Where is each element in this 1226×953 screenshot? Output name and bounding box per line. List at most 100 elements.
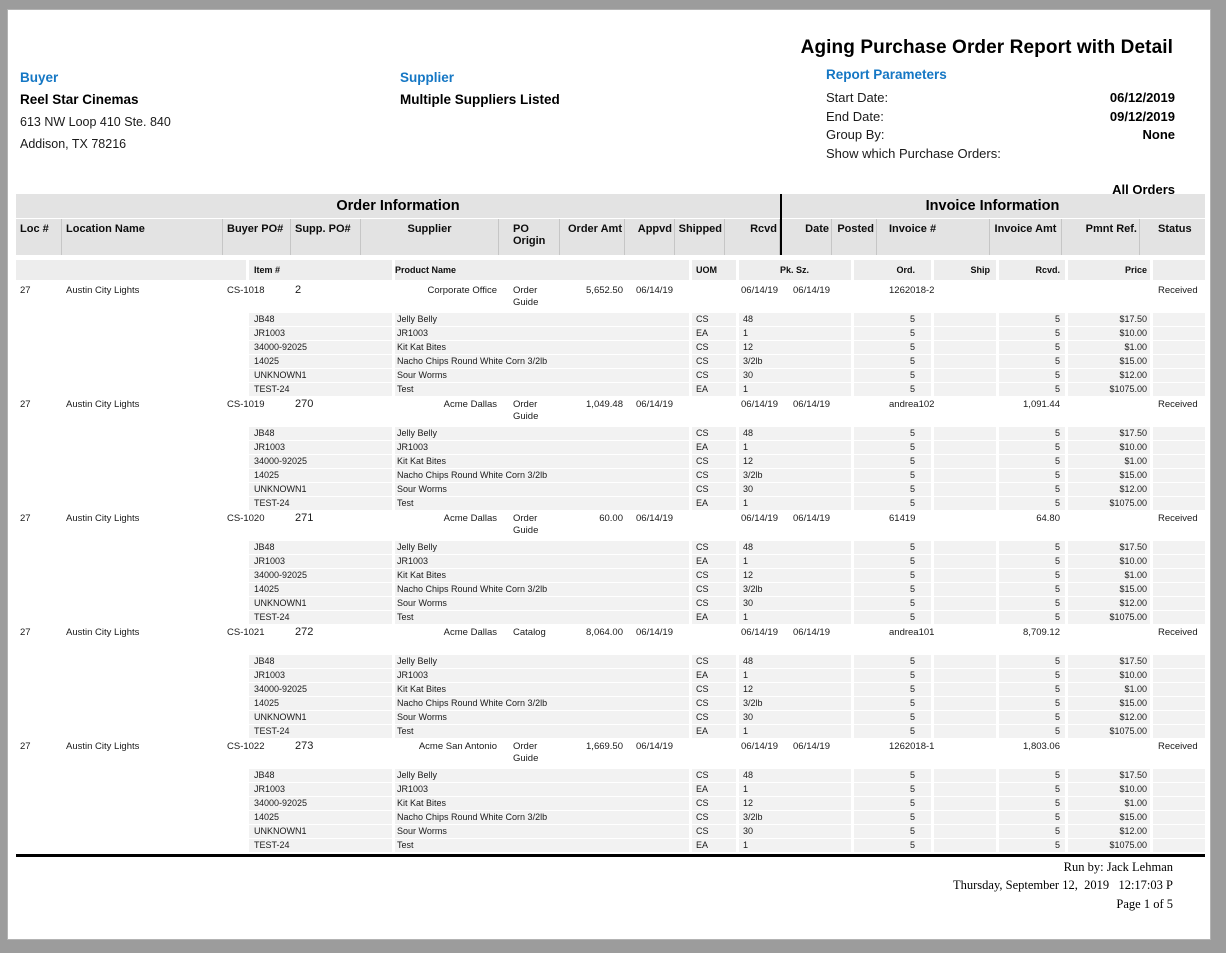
- column-header-shipped: Shipped: [675, 219, 725, 255]
- item-rcvd: 5: [999, 441, 1065, 454]
- item-pk-sz: 1: [739, 839, 851, 852]
- po-loc: 27: [16, 283, 62, 309]
- item-ord: 5: [854, 797, 931, 810]
- item-item: 34000-92025: [249, 569, 392, 582]
- item-uom: CS: [692, 483, 736, 496]
- item-product: Test: [395, 383, 689, 396]
- item-ship: [934, 611, 996, 624]
- po-appvd: 06/14/19: [625, 511, 675, 537]
- item-rcvd: 5: [999, 783, 1065, 796]
- po-invoice-amt: 8,709.12: [990, 625, 1062, 651]
- item-product: Test: [395, 839, 689, 852]
- po-supplier: Acme San Antonio: [361, 739, 499, 765]
- item-price: $1075.00: [1068, 611, 1150, 624]
- item-rcvd: 5: [999, 725, 1065, 738]
- po-invoice-amt: [990, 283, 1062, 309]
- item-ord: 5: [854, 483, 931, 496]
- item-price: $10.00: [1068, 327, 1150, 340]
- item-ship: [934, 441, 996, 454]
- item-item: TEST-24: [249, 725, 392, 738]
- item-rcvd: 5: [999, 769, 1065, 782]
- po-supp-po: 273: [291, 739, 361, 765]
- po-order-amt: 1,049.48: [560, 397, 625, 423]
- item-price: $10.00: [1068, 555, 1150, 568]
- report-page: Aging Purchase Order Report with Detail …: [7, 9, 1211, 940]
- item-uom: CS: [692, 313, 736, 326]
- item-rcvd: 5: [999, 583, 1065, 596]
- po-rcvd: 06/14/19: [725, 625, 780, 651]
- page-title: Aging Purchase Order Report with Detail: [801, 37, 1173, 59]
- po-block: 27Austin City LightsCS-1022273Acme San A…: [16, 739, 1205, 852]
- buyer-address-line2: Addison, TX 78216: [20, 133, 171, 155]
- item-rcvd: 5: [999, 327, 1065, 340]
- po-order-amt: 8,064.00: [560, 625, 625, 651]
- column-header-appvd: Appvd: [625, 219, 675, 255]
- item-price: $12.00: [1068, 483, 1150, 496]
- item-pk-sz: 3/2lb: [739, 811, 851, 824]
- item-ord: 5: [854, 455, 931, 468]
- param-label: Show which Purchase Orders:: [826, 145, 1001, 164]
- item-spacer: [1153, 711, 1205, 724]
- item-row: 14025Nacho Chips Round White Corn 3/2lbC…: [16, 355, 1205, 368]
- item-spacer: [16, 441, 246, 454]
- item-spacer: [16, 669, 246, 682]
- item-product: JR1003: [395, 669, 689, 682]
- item-column-header-spacer: [16, 260, 246, 280]
- item-column-header-price: Price: [1068, 260, 1150, 280]
- item-column-header-pk-sz: Pk. Sz.: [739, 260, 851, 280]
- item-spacer: [16, 383, 246, 396]
- item-price: $15.00: [1068, 583, 1150, 596]
- param-label: End Date:: [826, 108, 884, 127]
- item-row: UNKNOWN1Sour WormsCS3055$12.00: [16, 597, 1205, 610]
- footer-datetime: Thursday, September 12, 2019 12:17:03 P: [953, 876, 1173, 894]
- item-column-header-ship: Ship: [934, 260, 996, 280]
- item-spacer: [16, 341, 246, 354]
- po-row: 27Austin City LightsCS-1022273Acme San A…: [16, 739, 1205, 765]
- item-ord: 5: [854, 655, 931, 668]
- item-ship: [934, 341, 996, 354]
- item-price: $10.00: [1068, 669, 1150, 682]
- item-ord: 5: [854, 541, 931, 554]
- item-spacer: [16, 483, 246, 496]
- item-product: Test: [395, 497, 689, 510]
- item-row: JR1003JR1003EA155$10.00: [16, 327, 1205, 340]
- po-row: 27Austin City LightsCS-1019270Acme Dalla…: [16, 397, 1205, 423]
- item-row: UNKNOWN1Sour WormsCS3055$12.00: [16, 369, 1205, 382]
- item-price: $10.00: [1068, 783, 1150, 796]
- item-uom: CS: [692, 341, 736, 354]
- item-price: $17.50: [1068, 313, 1150, 326]
- item-rcvd: 5: [999, 313, 1065, 326]
- po-appvd: 06/14/19: [625, 283, 675, 309]
- supplier-block: Supplier Multiple Suppliers Listed: [400, 67, 560, 111]
- item-pk-sz: 30: [739, 825, 851, 838]
- po-status: Received: [1140, 397, 1205, 423]
- po-rcvd: 06/14/19: [725, 511, 780, 537]
- item-item: UNKNOWN1: [249, 711, 392, 724]
- item-price: $17.50: [1068, 541, 1150, 554]
- column-header-date: Date: [780, 219, 832, 255]
- table-bottom-rule: [16, 854, 1205, 857]
- item-row: JR1003JR1003EA155$10.00: [16, 783, 1205, 796]
- item-ord: 5: [854, 469, 931, 482]
- po-location-name: Austin City Lights: [62, 397, 223, 423]
- supplier-name: Multiple Suppliers Listed: [400, 89, 560, 111]
- item-spacer: [16, 555, 246, 568]
- item-ship: [934, 469, 996, 482]
- item-ship: [934, 583, 996, 596]
- item-ship: [934, 483, 996, 496]
- item-spacer: [1153, 441, 1205, 454]
- item-row: UNKNOWN1Sour WormsCS3055$12.00: [16, 483, 1205, 496]
- item-uom: CS: [692, 683, 736, 696]
- item-ship: [934, 669, 996, 682]
- param-value: 09/12/2019: [1110, 108, 1175, 127]
- item-spacer: [1153, 797, 1205, 810]
- po-appvd: 06/14/19: [625, 397, 675, 423]
- item-rcvd: 5: [999, 697, 1065, 710]
- item-spacer: [1153, 355, 1205, 368]
- item-spacer: [16, 497, 246, 510]
- po-date: 06/14/19: [780, 739, 832, 765]
- item-price: $1.00: [1068, 569, 1150, 582]
- item-ship: [934, 383, 996, 396]
- param-row: Group By:None: [826, 126, 1175, 145]
- item-ord: 5: [854, 839, 931, 852]
